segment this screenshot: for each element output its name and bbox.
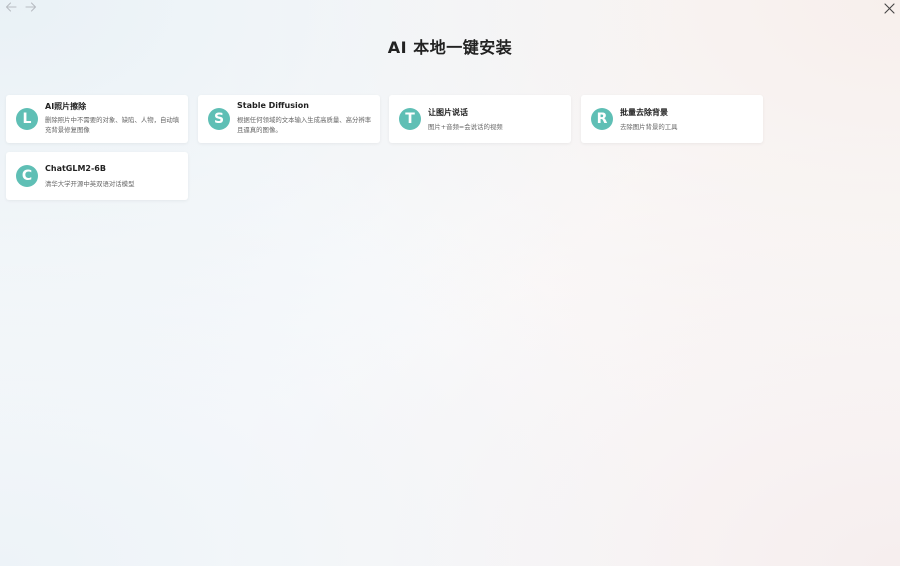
app-title: 批量去除背景 [620, 108, 668, 117]
app-card-remove-background[interactable]: R 批量去除背景 去除图片背景的工具 [581, 95, 763, 143]
app-card-stable-diffusion[interactable]: S Stable Diffusion 根据任何领域的文本输入生成高质量、高分辨率… [198, 95, 380, 143]
page-title: AI 本地一键安装 [387, 38, 513, 57]
close-button[interactable] [882, 1, 896, 15]
app-avatar: S [208, 108, 230, 130]
nav-buttons [4, 0, 38, 14]
app-avatar: R [591, 108, 613, 130]
back-button[interactable] [4, 0, 18, 14]
app-card-lama-cleaner[interactable]: L AI照片擦除 删除照片中不需要的对象、缺陷、人物，自动填充背景修复图像 [6, 95, 188, 143]
app-avatar: T [399, 108, 421, 130]
arrow-left-icon [5, 2, 17, 12]
app-card-chatglm2[interactable]: C ChatGLM2-6B 清华大学开源中英双语对话模型 [6, 152, 188, 200]
app-card-talking-image[interactable]: T 让图片说话 图片+音频=会说话的视频 [389, 95, 571, 143]
arrow-right-icon [25, 2, 37, 12]
app-avatar: L [16, 108, 38, 130]
app-description: 去除图片背景的工具 [620, 123, 678, 131]
app-description: 根据任何领域的文本输入生成高质量、高分辨率且逼真的图像。 [237, 116, 372, 134]
forward-button[interactable] [24, 0, 38, 14]
app-title: AI照片擦除 [45, 102, 87, 111]
app-description: 删除照片中不需要的对象、缺陷、人物，自动填充背景修复图像 [45, 116, 180, 134]
app-title: Stable Diffusion [237, 101, 309, 110]
close-icon [883, 2, 895, 14]
app-avatar: C [16, 165, 38, 187]
app-description: 清华大学开源中英双语对话模型 [45, 180, 135, 188]
app-description: 图片+音频=会说话的视频 [428, 123, 503, 131]
app-title: ChatGLM2-6B [45, 164, 106, 173]
app-title: 让图片说话 [428, 108, 468, 117]
